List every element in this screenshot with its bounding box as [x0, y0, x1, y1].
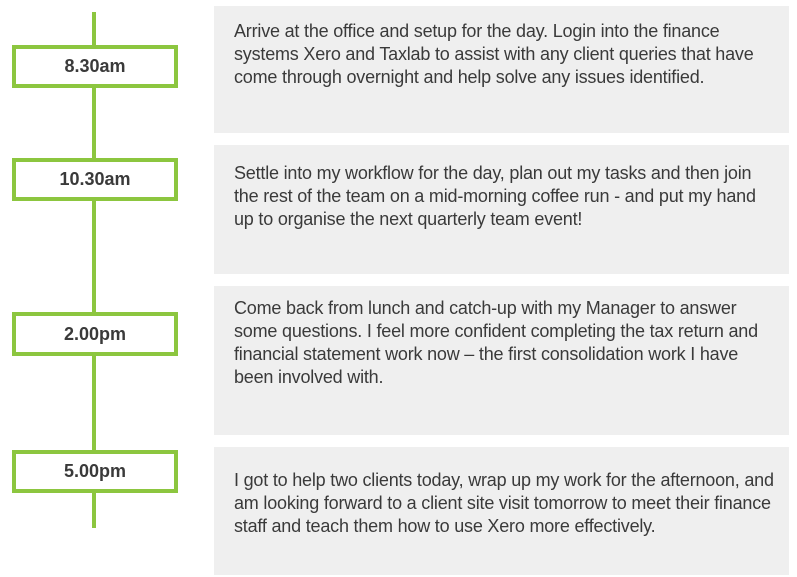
timeline-card-2: Settle into my workflow for the day, pla… — [214, 145, 789, 274]
timeline-card-1: Arrive at the office and setup for the d… — [214, 6, 789, 133]
timeline-card-4: I got to help two clients today, wrap up… — [214, 447, 789, 575]
card-text-2: Settle into my workflow for the day, pla… — [234, 163, 756, 229]
time-box-1: 8.30am — [12, 45, 178, 88]
card-text-4: I got to help two clients today, wrap up… — [234, 470, 774, 536]
time-box-2: 10.30am — [12, 158, 178, 201]
timeline-card-3: Come back from lunch and catch-up with m… — [214, 286, 789, 435]
card-text-3: Come back from lunch and catch-up with m… — [234, 298, 758, 387]
time-box-4: 5.00pm — [12, 450, 178, 493]
card-text-1: Arrive at the office and setup for the d… — [234, 21, 754, 87]
time-box-3: 2.00pm — [12, 312, 178, 356]
